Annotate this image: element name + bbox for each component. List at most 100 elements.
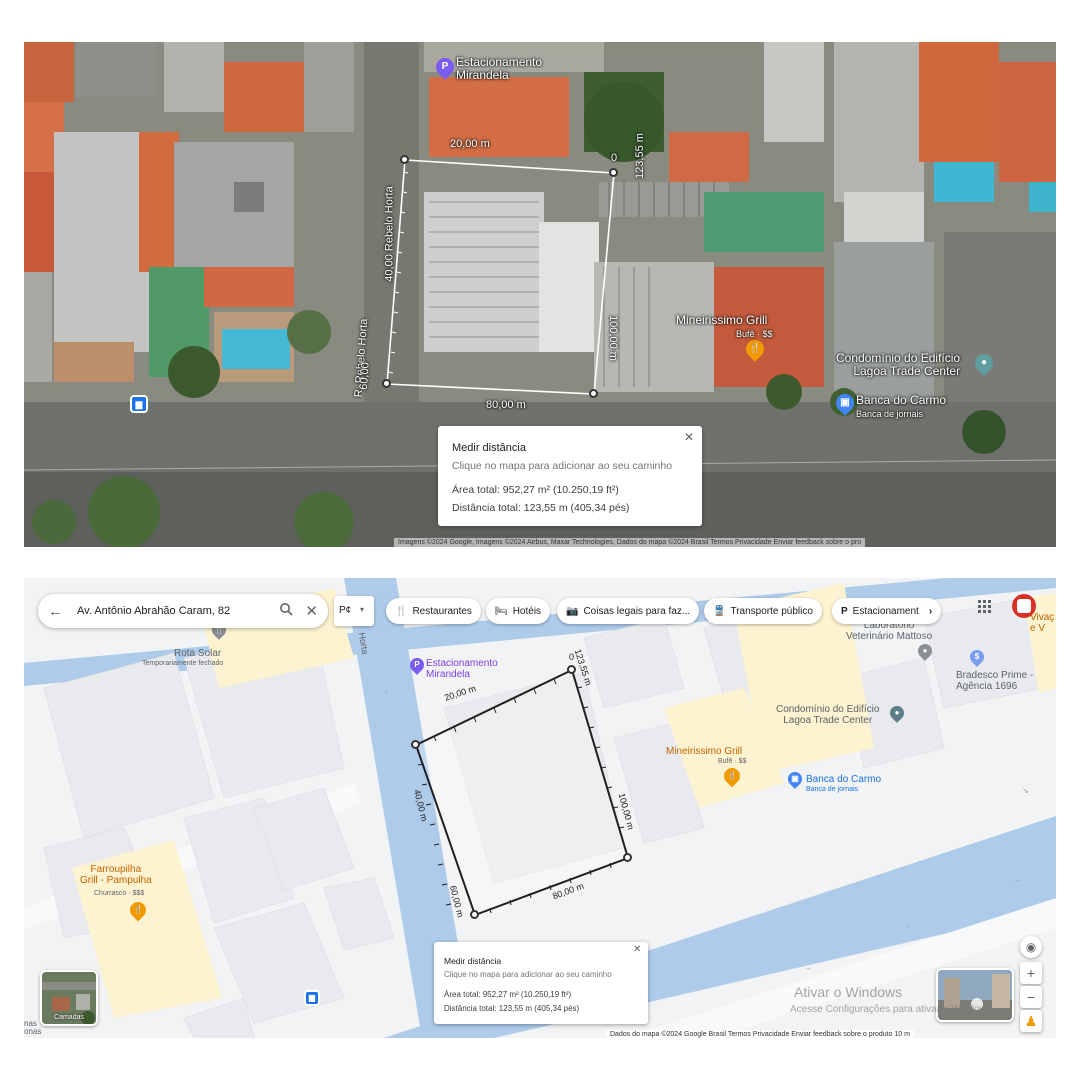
measure-panel-distance: Distância total: 123,55 m (405,34 pés)	[444, 1004, 580, 1013]
vertex-handle[interactable]	[609, 168, 618, 177]
zoom-out-button[interactable]: −	[1020, 986, 1042, 1008]
poi-rota-solar-sub: Temporariamente fechado	[142, 660, 224, 667]
bank-pin-icon[interactable]: $	[967, 647, 987, 667]
pegman-button[interactable]: ♟	[1020, 1010, 1042, 1032]
vertex-handle[interactable]	[400, 155, 409, 164]
poi-bradesco[interactable]: Bradesco Prime - Agência 1696	[956, 670, 1033, 692]
avatar-glyph-icon	[1017, 599, 1031, 613]
chip-transporte[interactable]: 🚆 Transporte público	[704, 598, 822, 624]
parking-pin-icon[interactable]: P	[407, 655, 427, 675]
vertex-handle[interactable]	[382, 379, 391, 388]
shop-pin-icon[interactable]: ▣	[785, 769, 805, 789]
chip-coisas-legais[interactable]: 📷 Coisas legais para faz...	[557, 598, 700, 624]
poi-mineirissimo-grill[interactable]: Mineirissimo Grill	[676, 314, 767, 327]
poi-rota-solar[interactable]: Rota Solar	[174, 648, 221, 659]
measure-label-top: 20,00 m	[450, 138, 490, 150]
chip-label: Coisas legais para faz...	[583, 605, 691, 617]
chip-label: Estacionament	[852, 605, 919, 617]
layers-button-label: Camadas	[54, 1014, 84, 1021]
poi-mineirissimo-grill[interactable]: Mineirissimo Grill	[666, 746, 742, 757]
poi-condominio[interactable]: Condomínio do Edifício Lagoa Trade Cente…	[836, 352, 960, 378]
vertex-handle[interactable]	[470, 910, 479, 919]
measure-panel-title: Medir distância	[444, 956, 502, 966]
close-icon[interactable]: ✕	[633, 944, 641, 955]
poi-banca-do-carmo[interactable]: Banca do Carmo	[856, 394, 946, 407]
measure-label-right: 100,00 m	[606, 315, 619, 361]
measure-panel-distance: Distância total: 123,55 m (405,34 pés)	[452, 502, 630, 514]
chevron-right-icon[interactable]: ›	[929, 606, 932, 617]
measure-label-left-bottom: 60,00	[357, 361, 372, 391]
chip-hoteis[interactable]: 🛏 Hotéis	[486, 598, 551, 624]
close-icon[interactable]: ✕	[684, 430, 694, 444]
restaurant-pin-icon[interactable]: 🍴	[720, 764, 744, 788]
plus-icon: +	[1026, 965, 1036, 981]
camera-icon: 📷	[566, 605, 579, 617]
edge-label: nas onas	[24, 1019, 42, 1036]
shop-pin-icon[interactable]: ▣	[832, 390, 858, 416]
windows-watermark-sub: Acesse Configurações para ativar o Windo…	[790, 1004, 995, 1015]
chip-estacionamento[interactable]: P Estacionament ›	[832, 598, 942, 624]
bus-stop-icon[interactable]: ▆	[130, 395, 148, 413]
building-pin-icon[interactable]: ●	[887, 703, 907, 723]
svg-text:→: →	[904, 921, 912, 930]
poi-estacionamento-mirandela[interactable]: Estacionamento Mirandela	[426, 658, 498, 680]
street-label-vertical: 40,00 Rebelo Horta	[383, 186, 396, 282]
chip-label: Restaurantes	[412, 605, 472, 617]
hotel-icon: 🛏	[495, 605, 508, 617]
search-input[interactable]: Av. Antônio Abrahão Caram, 82	[77, 605, 267, 617]
windows-watermark-title: Ativar o Windows	[794, 984, 903, 1000]
restaurant-icon: 🍴	[395, 605, 408, 617]
layers-dropdown[interactable]: P¢ ▾	[334, 596, 374, 626]
measure-panel-area: Área total: 952,27 m² (10.250,19 ft²)	[444, 990, 572, 999]
poi-mineirissimo-sub: Bufê · $$	[718, 758, 747, 765]
zoom-in-button[interactable]: +	[1020, 962, 1042, 984]
measure-label-bottom: 80,00 m	[486, 399, 526, 411]
layers-dropdown-label: P¢	[339, 605, 352, 616]
measure-label-zero: 0	[611, 152, 618, 164]
minus-icon: −	[1026, 989, 1036, 1005]
my-location-button[interactable]: ◉	[1020, 936, 1042, 958]
poi-banca-sub: Banca de jornais	[856, 409, 924, 419]
bus-stop-icon[interactable]: ▆	[304, 990, 320, 1006]
parking-pin-icon[interactable]: P	[432, 54, 458, 80]
layers-button[interactable]: Camadas	[40, 970, 98, 1026]
poi-banca-sub: Banca de jornais	[806, 786, 859, 793]
measure-distance-panel: Medir distância Clique no mapa para adic…	[438, 426, 702, 526]
measure-panel-title: Medir distância	[452, 442, 526, 454]
measure-label-zero: 0	[569, 652, 575, 662]
measure-label-right-top: 123,55 m	[633, 133, 646, 179]
measure-panel-area: Área total: 952,27 m² (10.250,19 ft²)	[452, 484, 619, 496]
clinic-pin-icon[interactable]: ●	[915, 641, 935, 661]
measure-panel-hint: Clique no mapa para adicionar ao seu cam…	[452, 460, 673, 472]
svg-text:↘: ↘	[1022, 786, 1029, 795]
search-box[interactable]: ← Av. Antônio Abrahão Caram, 82 ✕	[38, 594, 328, 628]
chip-restaurantes[interactable]: 🍴 Restaurantes	[386, 598, 481, 624]
clear-search-icon[interactable]: ✕	[305, 602, 318, 620]
pegman-icon: ♟	[1024, 1012, 1038, 1029]
restaurant-pin-icon[interactable]: 🍴	[126, 898, 150, 922]
svg-text:→: →	[804, 963, 812, 972]
measure-distance-panel: Medir distância Clique no mapa para adic…	[434, 942, 648, 1024]
poi-vivac[interactable]: Vivaç e V	[1030, 612, 1054, 634]
back-arrow-icon[interactable]: ←	[48, 603, 63, 620]
building-pin-icon[interactable]: ●	[971, 350, 997, 376]
svg-text:→: →	[1014, 875, 1022, 884]
search-icon[interactable]	[279, 602, 293, 620]
poi-farroupilha[interactable]: Farroupilha Grill - Pampulha	[80, 864, 152, 886]
poi-condominio[interactable]: Condomínio do Edifício Lagoa Trade Cente…	[776, 704, 879, 726]
vertex-handle[interactable]	[411, 740, 420, 749]
vertex-handle[interactable]	[567, 665, 576, 674]
train-icon: 🚆	[713, 605, 726, 617]
restaurant-pin-icon[interactable]: 🍴	[742, 336, 768, 362]
locate-icon: ◉	[1025, 940, 1037, 954]
road-map[interactable]: ↓ ↓ → → → ↘ 20,00 m 123,55 m 0 100,00 m …	[24, 578, 1056, 1038]
satellite-map[interactable]: 20,00 m 123,55 m 0 100,00 m 80,00 m 40,0…	[24, 42, 1056, 547]
apps-grid-icon[interactable]	[978, 600, 992, 617]
avatar[interactable]	[1012, 594, 1036, 618]
attribution-bar: Imagens ©2024 Google, Imagens ©2024 Airb…	[394, 538, 866, 547]
dropdown-caret-icon: ▾	[360, 605, 365, 614]
vertex-handle[interactable]	[623, 853, 632, 862]
poi-estacionamento-mirandela[interactable]: Estacionamento Mirandela	[456, 56, 542, 82]
poi-banca-do-carmo[interactable]: Banca do Carmo	[806, 774, 881, 785]
vertex-handle[interactable]	[589, 389, 598, 398]
